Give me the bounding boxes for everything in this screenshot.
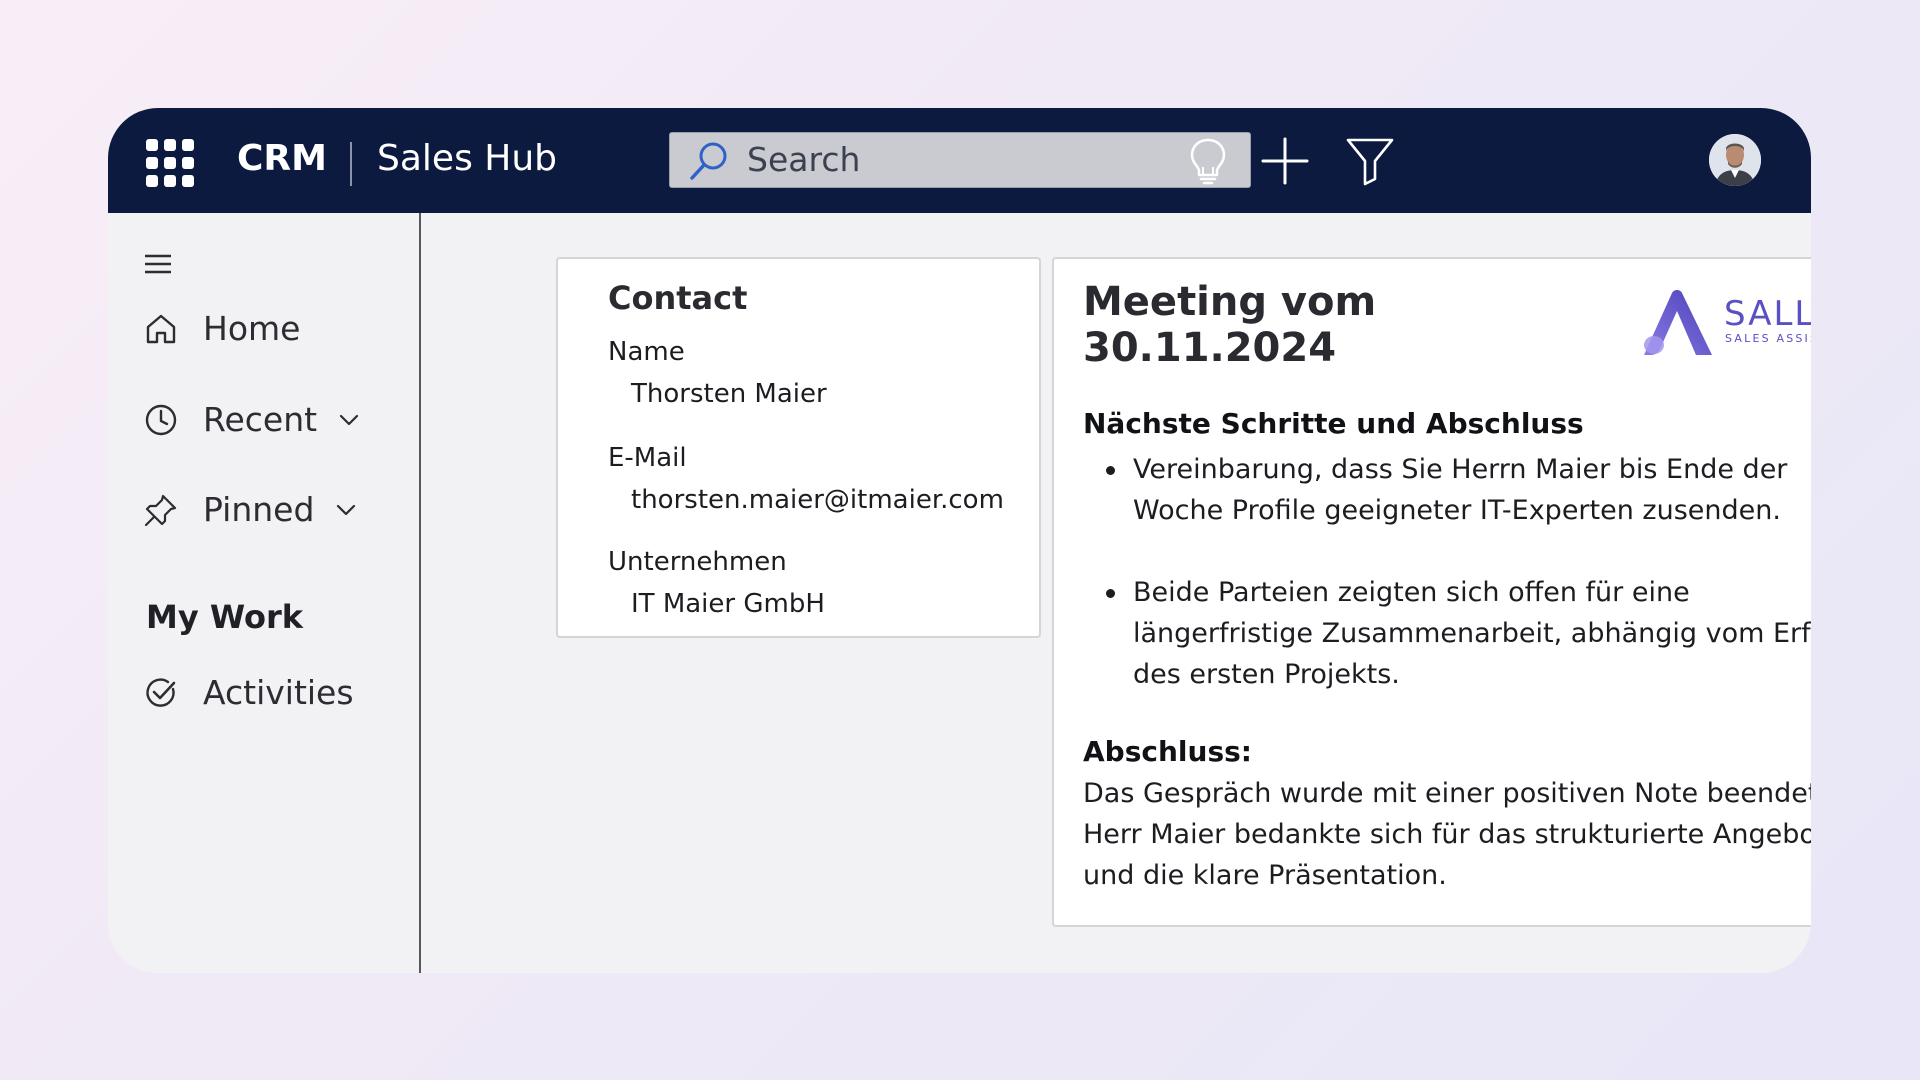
home-icon <box>146 314 176 344</box>
list-item: Vereinbarung, dass Sie Herrn Maier bis E… <box>1106 449 1811 531</box>
sidebar-item-label: Home <box>203 309 301 348</box>
filter-icon[interactable] <box>1343 134 1397 188</box>
next-steps-heading: Nächste Schritte und Abschluss <box>1083 407 1584 440</box>
crm-window: CRM Sales Hub Search Home Recent Pinned … <box>108 108 1811 973</box>
avatar[interactable] <box>1709 134 1761 186</box>
app-name[interactable]: Sales Hub <box>377 138 557 180</box>
lightbulb-icon[interactable] <box>1181 134 1235 188</box>
hamburger-menu-icon[interactable] <box>144 253 172 275</box>
search-icon <box>690 142 727 180</box>
meeting-notes-card: Meeting vom 30.11.2024 SALLY SALES ASSIS… <box>1052 257 1811 927</box>
closing-text: Das Gespräch wurde mit einer positiven N… <box>1083 778 1811 891</box>
name-label: Name <box>608 337 685 367</box>
sidebar-item-recent[interactable]: Recent <box>144 395 404 445</box>
search-input[interactable]: Search <box>669 132 1251 188</box>
main-content: Contact Name Thorsten Maier E-Mail thors… <box>421 213 1811 973</box>
email-value[interactable]: thorsten.maier@itmaier.com <box>631 485 1004 515</box>
logo-wordmark: SALLY <box>1724 294 1811 334</box>
meeting-title: Meeting vom 30.11.2024 <box>1083 279 1377 371</box>
list-item: Beide Parteien zeigten sich offen für ei… <box>1106 572 1811 695</box>
company-value[interactable]: IT Maier GmbH <box>631 589 825 619</box>
brand-divider <box>350 142 352 186</box>
closing-heading: Abschluss: <box>1083 735 1252 768</box>
brand-label: CRM <box>237 138 327 179</box>
chevron-down-icon[interactable] <box>334 498 358 522</box>
email-label: E-Mail <box>608 443 687 473</box>
check-circle-icon <box>146 678 176 707</box>
company-label: Unternehmen <box>608 547 787 577</box>
sally-logo: SALLY SALES ASSISTANT <box>1644 290 1811 355</box>
top-bar: CRM Sales Hub Search <box>108 108 1811 213</box>
sidebar-item-pinned[interactable]: Pinned <box>144 485 404 535</box>
clock-icon <box>145 404 177 436</box>
sidebar-item-home[interactable]: Home <box>144 304 404 354</box>
contact-card: Contact Name Thorsten Maier E-Mail thors… <box>556 257 1041 638</box>
contact-card-title: Contact <box>608 279 748 317</box>
name-value[interactable]: Thorsten Maier <box>631 379 827 409</box>
sidebar-item-label: Pinned <box>203 490 315 529</box>
sidebar-item-label: Recent <box>203 400 318 439</box>
pin-icon <box>144 494 177 527</box>
my-work-heading: My Work <box>146 598 304 636</box>
search-placeholder: Search <box>747 140 861 179</box>
plus-icon[interactable] <box>1258 134 1312 188</box>
sidebar-item-label: Activities <box>203 673 354 712</box>
next-steps-list: Vereinbarung, dass Sie Herrn Maier bis E… <box>1083 449 1811 736</box>
chevron-down-icon[interactable] <box>337 408 361 432</box>
logo-tagline: SALES ASSISTANT <box>1725 332 1811 345</box>
user-avatar-image <box>1709 134 1761 186</box>
sidebar: Home Recent Pinned My Work Activities <box>108 213 421 973</box>
waffle-icon[interactable] <box>146 139 194 187</box>
sidebar-item-activities[interactable]: Activities <box>144 668 404 718</box>
